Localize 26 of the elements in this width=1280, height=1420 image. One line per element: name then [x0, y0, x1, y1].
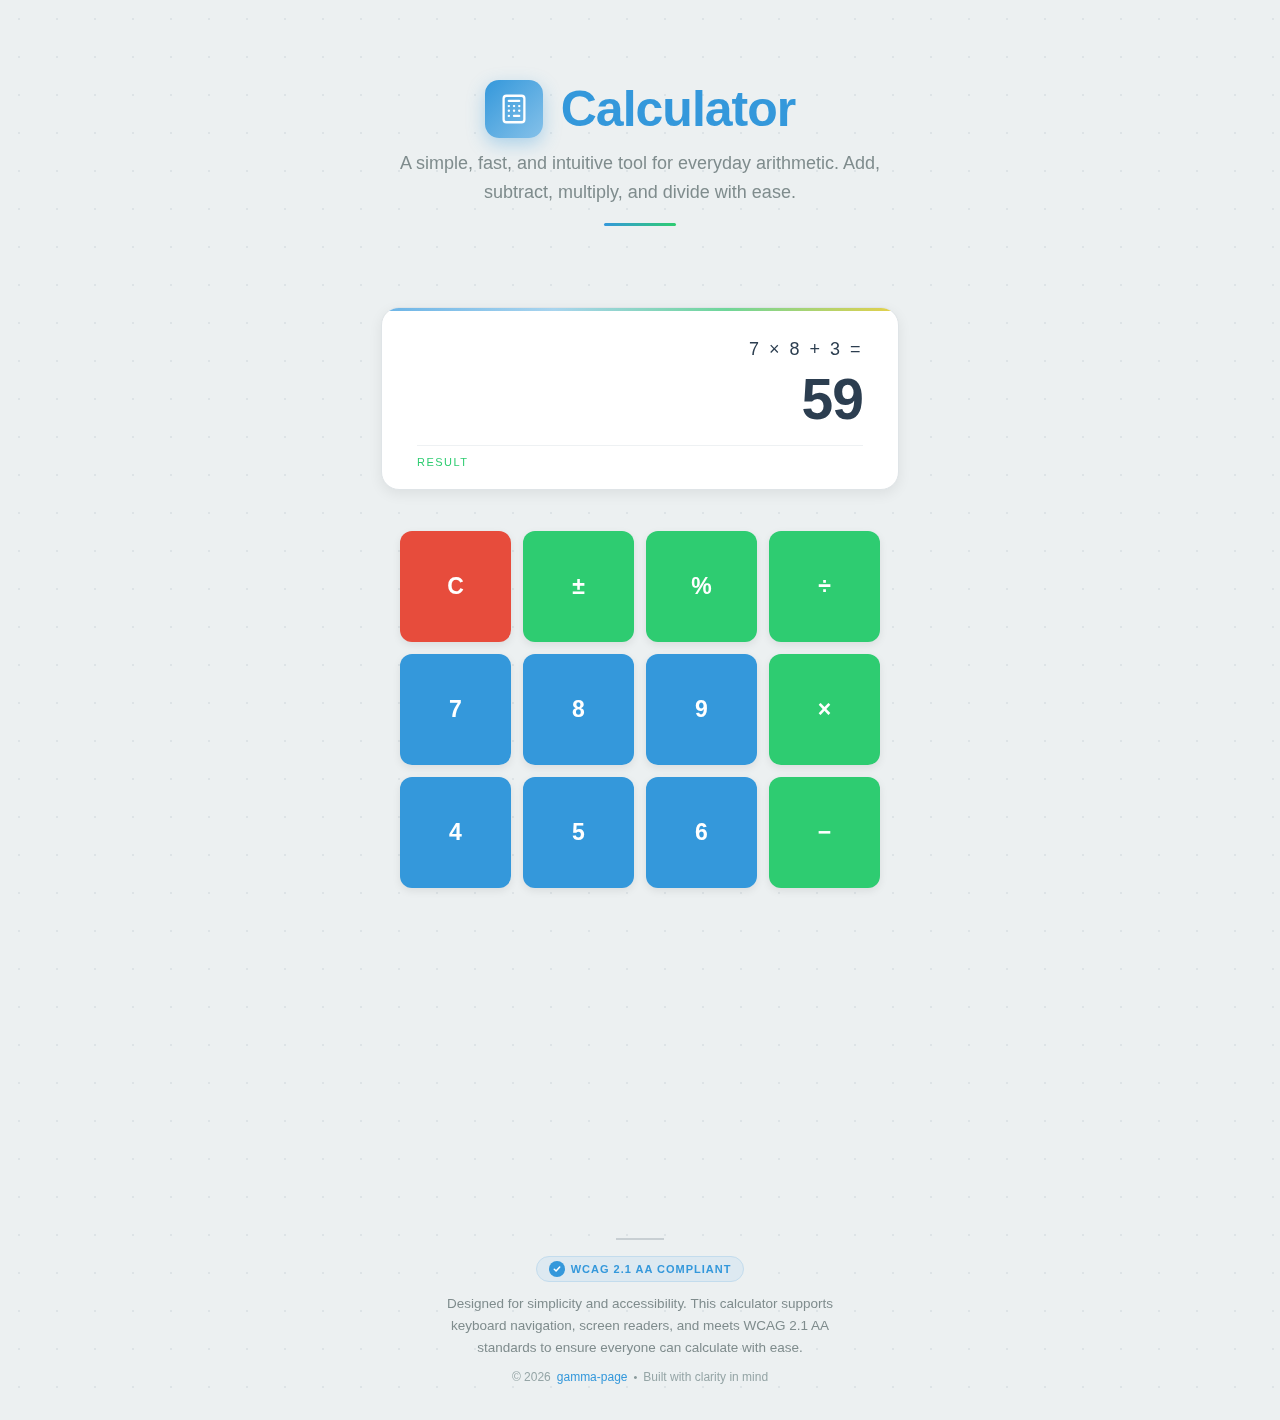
digit-key[interactable]: 5: [523, 777, 634, 888]
result-value: 59: [801, 367, 863, 431]
calculator-icon: [484, 80, 543, 138]
separator-dot: •: [633, 1370, 638, 1385]
operator-key[interactable]: −: [769, 777, 880, 888]
result-label: RESULT: [417, 455, 469, 469]
copyright-text: © 2026: [511, 1369, 551, 1386]
gamma-page-link[interactable]: gamma-page: [556, 1368, 628, 1386]
operator-key[interactable]: %: [646, 531, 757, 642]
digit-key[interactable]: 4: [400, 777, 511, 888]
expression-text: 7 × 8 + 3 =: [748, 338, 863, 361]
digit-key[interactable]: 8: [523, 654, 634, 765]
title-underline: [604, 223, 676, 226]
operator-key[interactable]: ×: [769, 654, 880, 765]
footer-description: Designed for simplicity and accessibility. This calculator supports keyboard navigation, screen readers, and meets WCAG 2.1 AA standards to ensure everyone can calculate with ease.: [446, 1295, 834, 1357]
digit-key[interactable]: 6: [646, 777, 757, 888]
check-icon: [548, 1261, 565, 1277]
digit-key[interactable]: 9: [646, 654, 757, 765]
digit-key[interactable]: 7: [400, 654, 511, 765]
tagline-text: Built with clarity in mind: [643, 1369, 769, 1386]
page-subtitle: A simple, fast, and intuitive tool for everyday arithmetic. Add, subtract, multiply, and divide with ease.: [398, 152, 882, 204]
clear-key[interactable]: C: [400, 531, 511, 642]
page-title: Calculator: [560, 80, 796, 138]
badge-text: WCAG 2.1 AA COMPLIANT: [570, 1261, 732, 1277]
operator-key[interactable]: ÷: [769, 531, 880, 642]
operator-key[interactable]: ±: [523, 531, 634, 642]
